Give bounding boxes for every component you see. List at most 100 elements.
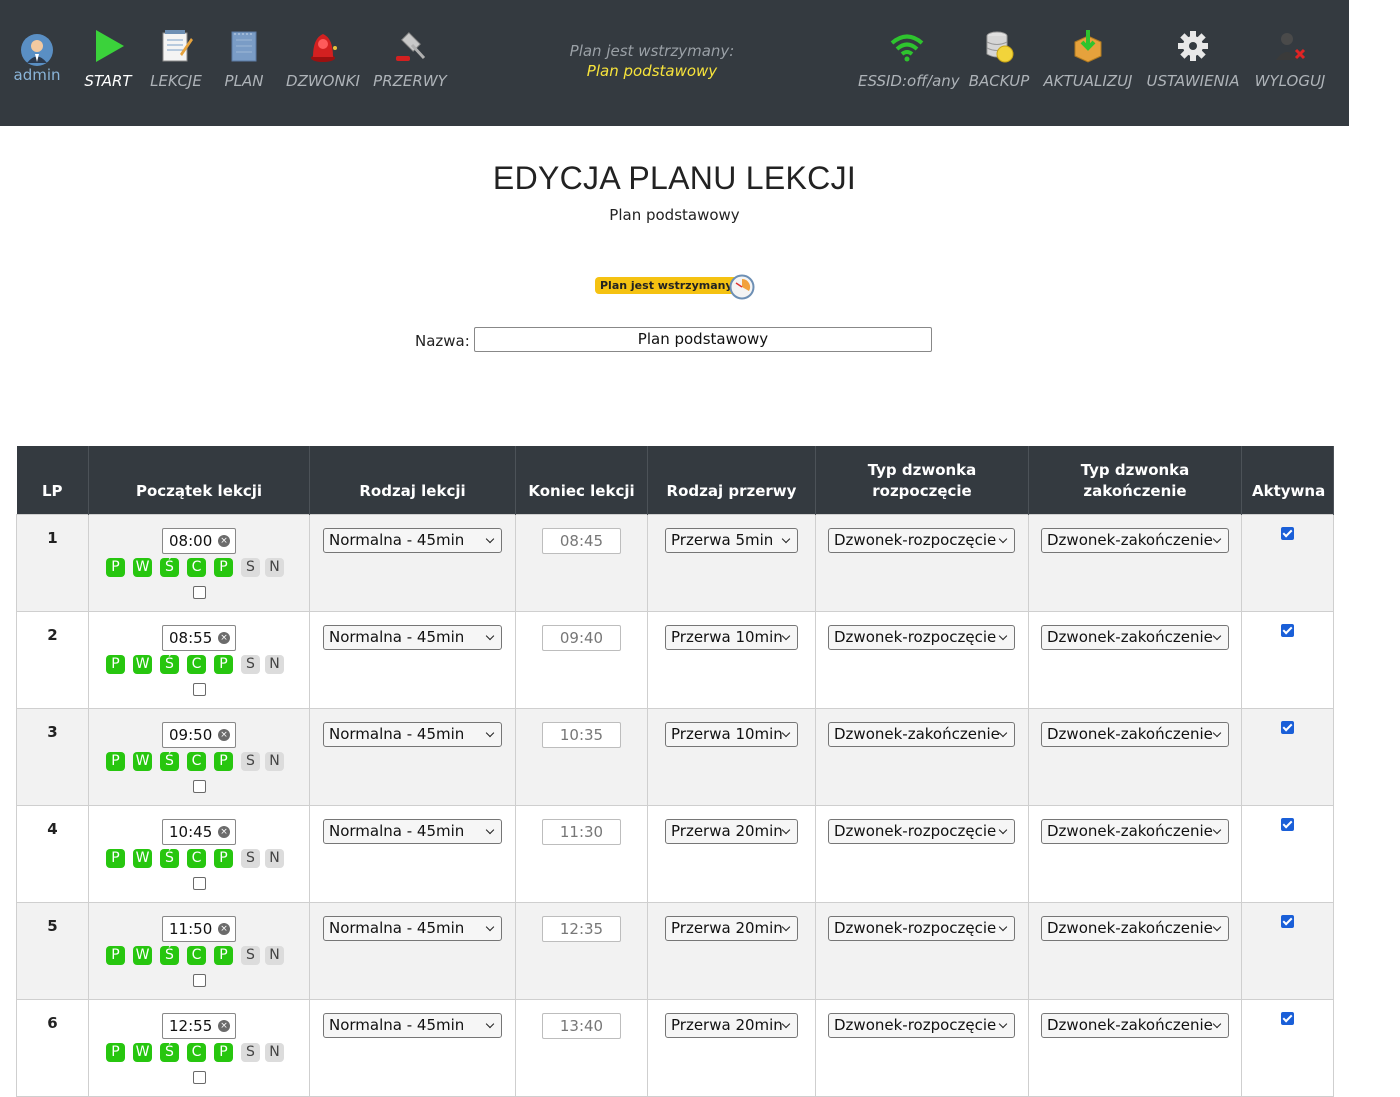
lesson-type-select[interactable]: Normalna - 45min: [323, 1012, 502, 1038]
day-toggle-tue[interactable]: W: [133, 654, 152, 674]
day-toggle-fri[interactable]: P: [214, 848, 233, 868]
clear-icon[interactable]: ×: [218, 825, 230, 838]
day-toggle-thu[interactable]: C: [187, 945, 206, 965]
clear-icon[interactable]: ×: [218, 1019, 230, 1032]
end-cell: 12:35: [515, 901, 648, 1000]
bell-start-select[interactable]: Dzwonek-rozpoczęcie: [828, 1012, 1015, 1038]
row-select-checkbox[interactable]: [193, 585, 206, 599]
break-type-select[interactable]: Przerwa 20min: [665, 915, 798, 941]
active-checkbox[interactable]: [1281, 526, 1294, 540]
active-checkbox[interactable]: [1281, 623, 1294, 637]
day-toggle-sun[interactable]: N: [265, 654, 284, 674]
day-toggle-wed[interactable]: Ś: [160, 654, 179, 674]
day-toggle-sat[interactable]: S: [241, 557, 260, 577]
break-type-select[interactable]: Przerwa 20min: [665, 1012, 798, 1038]
day-toggle-sun[interactable]: N: [265, 751, 284, 771]
bell-start-select[interactable]: Dzwonek-rozpoczęcie: [828, 818, 1015, 844]
plan-name-input[interactable]: Plan podstawowy: [474, 327, 932, 352]
day-toggle-wed[interactable]: Ś: [160, 945, 179, 965]
nav-essid-label: ESSID:off/any: [858, 72, 960, 90]
day-toggle-mon[interactable]: P: [106, 751, 125, 771]
day-toggle-mon[interactable]: P: [106, 848, 125, 868]
start-minute: 55: [193, 628, 213, 647]
day-toggle-thu[interactable]: C: [187, 751, 206, 771]
bell-end-select[interactable]: Dzwonek-zakończenie: [1041, 915, 1229, 941]
lesson-type-select[interactable]: Normalna - 45min: [323, 818, 502, 844]
bell-end-select[interactable]: Dzwonek-zakończenie: [1041, 721, 1229, 747]
bell-start-cell: Dzwonek-rozpoczęcie: [815, 901, 1029, 1000]
day-toggle-fri[interactable]: P: [214, 557, 233, 577]
day-toggle-fri[interactable]: P: [214, 1042, 233, 1062]
clock-icon[interactable]: [729, 274, 755, 300]
lesson-type-select[interactable]: Normalna - 45min: [323, 624, 502, 650]
day-toggle-fri[interactable]: P: [214, 654, 233, 674]
day-toggle-mon[interactable]: P: [106, 654, 125, 674]
start-time-input[interactable]: 10:45 ×: [162, 818, 236, 845]
lesson-type-select[interactable]: Normalna - 45min: [323, 527, 502, 553]
day-toggle-wed[interactable]: Ś: [160, 751, 179, 771]
day-toggle-sat[interactable]: S: [241, 848, 260, 868]
start-time-input[interactable]: 09:50 ×: [162, 721, 236, 748]
day-toggle-thu[interactable]: C: [187, 557, 206, 577]
day-toggle-sun[interactable]: N: [265, 848, 284, 868]
day-toggle-thu[interactable]: C: [187, 1042, 206, 1062]
day-toggle-sun[interactable]: N: [265, 557, 284, 577]
bell-start-select[interactable]: Dzwonek-rozpoczęcie: [828, 624, 1015, 650]
clear-icon[interactable]: ×: [218, 534, 230, 547]
start-time-input[interactable]: 08:00 ×: [162, 527, 236, 554]
bell-end-select[interactable]: Dzwonek-zakończenie: [1041, 624, 1229, 650]
clear-icon[interactable]: ×: [218, 922, 230, 935]
row-select-checkbox[interactable]: [193, 682, 206, 696]
row-number: 1: [16, 513, 89, 612]
day-toggle-tue[interactable]: W: [133, 557, 152, 577]
break-type-select[interactable]: Przerwa 20min: [665, 818, 798, 844]
bell-start-select[interactable]: Dzwonek-zakończenie: [828, 721, 1015, 747]
start-time-input[interactable]: 12:55 ×: [162, 1012, 236, 1039]
lesson-type-select[interactable]: Normalna - 45min: [323, 915, 502, 941]
day-toggle-wed[interactable]: Ś: [160, 557, 179, 577]
start-time-input[interactable]: 11:50 ×: [162, 915, 236, 942]
row-select-checkbox[interactable]: [193, 973, 206, 987]
break-type-select[interactable]: Przerwa 5min: [665, 527, 798, 553]
clear-icon[interactable]: ×: [218, 631, 230, 644]
active-checkbox[interactable]: [1281, 1011, 1294, 1025]
day-toggle-sat[interactable]: S: [241, 654, 260, 674]
lesson-type-select[interactable]: Normalna - 45min: [323, 721, 502, 747]
day-toggle-tue[interactable]: W: [133, 848, 152, 868]
start-time-input[interactable]: 08:55 ×: [162, 624, 236, 651]
day-toggle-tue[interactable]: W: [133, 1042, 152, 1062]
bell-end-select[interactable]: Dzwonek-zakończenie: [1041, 818, 1229, 844]
day-toggle-fri[interactable]: P: [214, 945, 233, 965]
day-toggle-wed[interactable]: Ś: [160, 1042, 179, 1062]
bell-start-select[interactable]: Dzwonek-rozpoczęcie: [828, 915, 1015, 941]
row-select-checkbox[interactable]: [193, 779, 206, 793]
header-bell-start: Typ dzwonka rozpoczęcie: [815, 446, 1029, 514]
day-toggle-tue[interactable]: W: [133, 945, 152, 965]
day-toggle-sat[interactable]: S: [241, 1042, 260, 1062]
day-toggle-wed[interactable]: Ś: [160, 848, 179, 868]
active-checkbox[interactable]: [1281, 914, 1294, 928]
bell-end-select[interactable]: Dzwonek-zakończenie: [1041, 527, 1229, 553]
day-toggle-fri[interactable]: P: [214, 751, 233, 771]
day-toggle-sun[interactable]: N: [265, 1042, 284, 1062]
start-hour: 11: [169, 919, 189, 938]
bell-end-select[interactable]: Dzwonek-zakończenie: [1041, 1012, 1229, 1038]
day-toggle-tue[interactable]: W: [133, 751, 152, 771]
active-checkbox[interactable]: [1281, 817, 1294, 831]
day-toggle-thu[interactable]: C: [187, 848, 206, 868]
day-toggle-sun[interactable]: N: [265, 945, 284, 965]
bell-start-select[interactable]: Dzwonek-rozpoczęcie: [828, 527, 1015, 553]
day-toggle-mon[interactable]: P: [106, 1042, 125, 1062]
day-toggle-sat[interactable]: S: [241, 751, 260, 771]
day-toggle-sat[interactable]: S: [241, 945, 260, 965]
break-type-select[interactable]: Przerwa 10min: [665, 624, 798, 650]
wifi-icon: [890, 34, 924, 62]
clear-icon[interactable]: ×: [218, 728, 230, 741]
break-type-select[interactable]: Przerwa 10min: [665, 721, 798, 747]
active-checkbox[interactable]: [1281, 720, 1294, 734]
day-toggle-thu[interactable]: C: [187, 654, 206, 674]
row-select-checkbox[interactable]: [193, 1070, 206, 1084]
day-toggle-mon[interactable]: P: [106, 945, 125, 965]
day-toggle-mon[interactable]: P: [106, 557, 125, 577]
row-select-checkbox[interactable]: [193, 876, 206, 890]
